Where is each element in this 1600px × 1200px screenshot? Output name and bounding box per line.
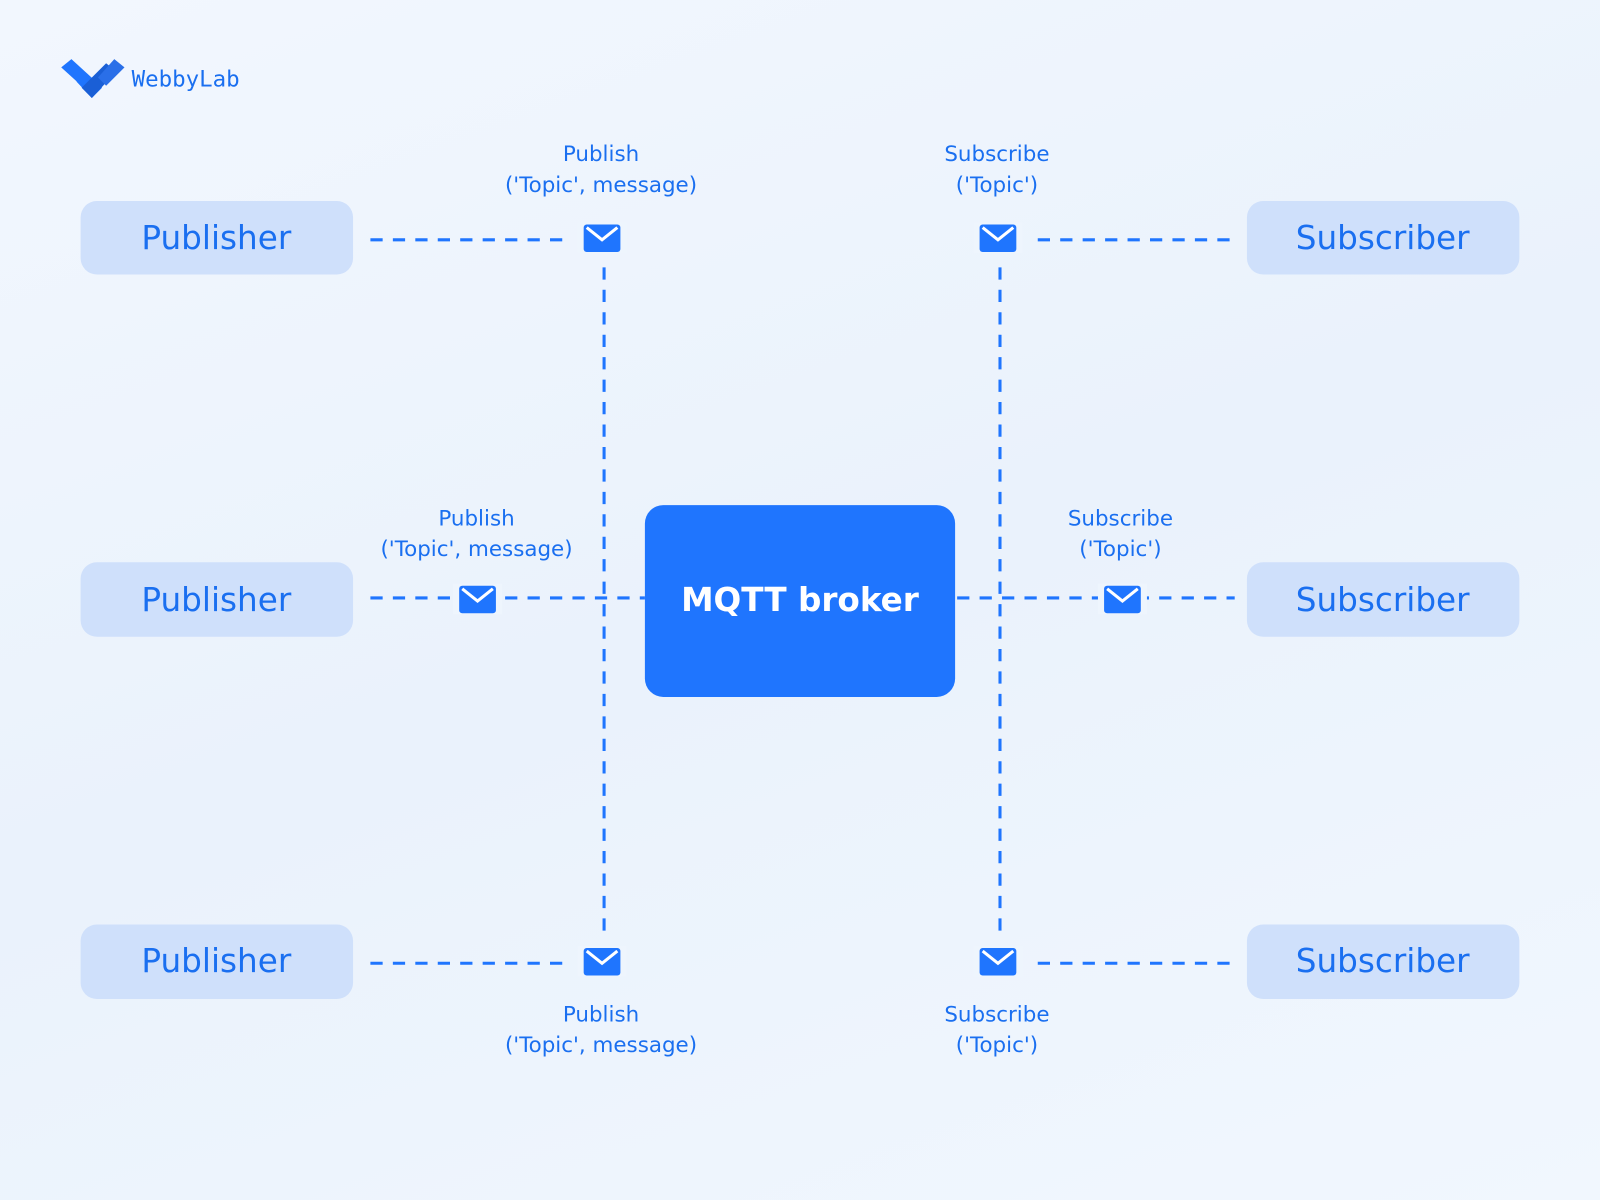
label-line: Publish [438,507,514,532]
envelope-icon [1097,583,1147,615]
subscriber-node-2: Subscriber [1246,562,1520,637]
label-line: ('Topic', message) [380,537,572,562]
publisher-node-1: Publisher [80,201,354,275]
subscribe-label-2: Subscribe ('Topic') [1068,507,1173,563]
label-line: Publish [563,142,639,167]
label-line: ('Topic', message) [505,173,697,198]
publisher-label: Publisher [141,942,291,980]
envelope-icon [973,222,1023,254]
logo-text: WebbyLab [132,67,240,93]
subscriber-node-1: Subscriber [1246,201,1520,275]
subscriber-node-3: Subscriber [1246,924,1520,999]
subscriber-label: Subscriber [1296,942,1470,980]
subscribe-label-1: Subscribe ('Topic') [944,142,1049,198]
envelope-icon [453,583,503,615]
label-line: Subscribe [1068,507,1173,532]
publisher-node-2: Publisher [80,562,354,637]
label-line: Publish [563,1002,639,1027]
label-line: Subscribe [944,142,1049,167]
label-line: ('Topic') [1079,537,1161,562]
mqtt-broker-node: MQTT broker [644,505,956,697]
publish-label-2: Publish ('Topic', message) [380,507,572,563]
webbylab-logo: WebbyLab [61,59,240,98]
envelope-icon [577,945,627,977]
label-line: Subscribe [944,1002,1049,1027]
publisher-label: Publisher [141,581,291,619]
publish-label-1: Publish ('Topic', message) [505,142,697,198]
publisher-node-3: Publisher [80,924,354,999]
label-line: ('Topic') [956,173,1038,198]
envelope-icon [577,222,627,254]
subscriber-label: Subscriber [1296,581,1470,619]
mqtt-diagram: WebbyLab Publisher Publisher Publisher S… [61,59,1520,1058]
subscribe-label-3: Subscribe ('Topic') [944,1002,1049,1058]
label-line: ('Topic') [956,1033,1038,1058]
envelope-icon [973,945,1023,977]
logo-mark-icon [61,59,125,98]
publish-label-3: Publish ('Topic', message) [505,1002,697,1058]
label-line: ('Topic', message) [505,1033,697,1058]
subscriber-label: Subscriber [1296,219,1470,257]
broker-label: MQTT broker [681,581,919,619]
publisher-label: Publisher [141,219,291,257]
